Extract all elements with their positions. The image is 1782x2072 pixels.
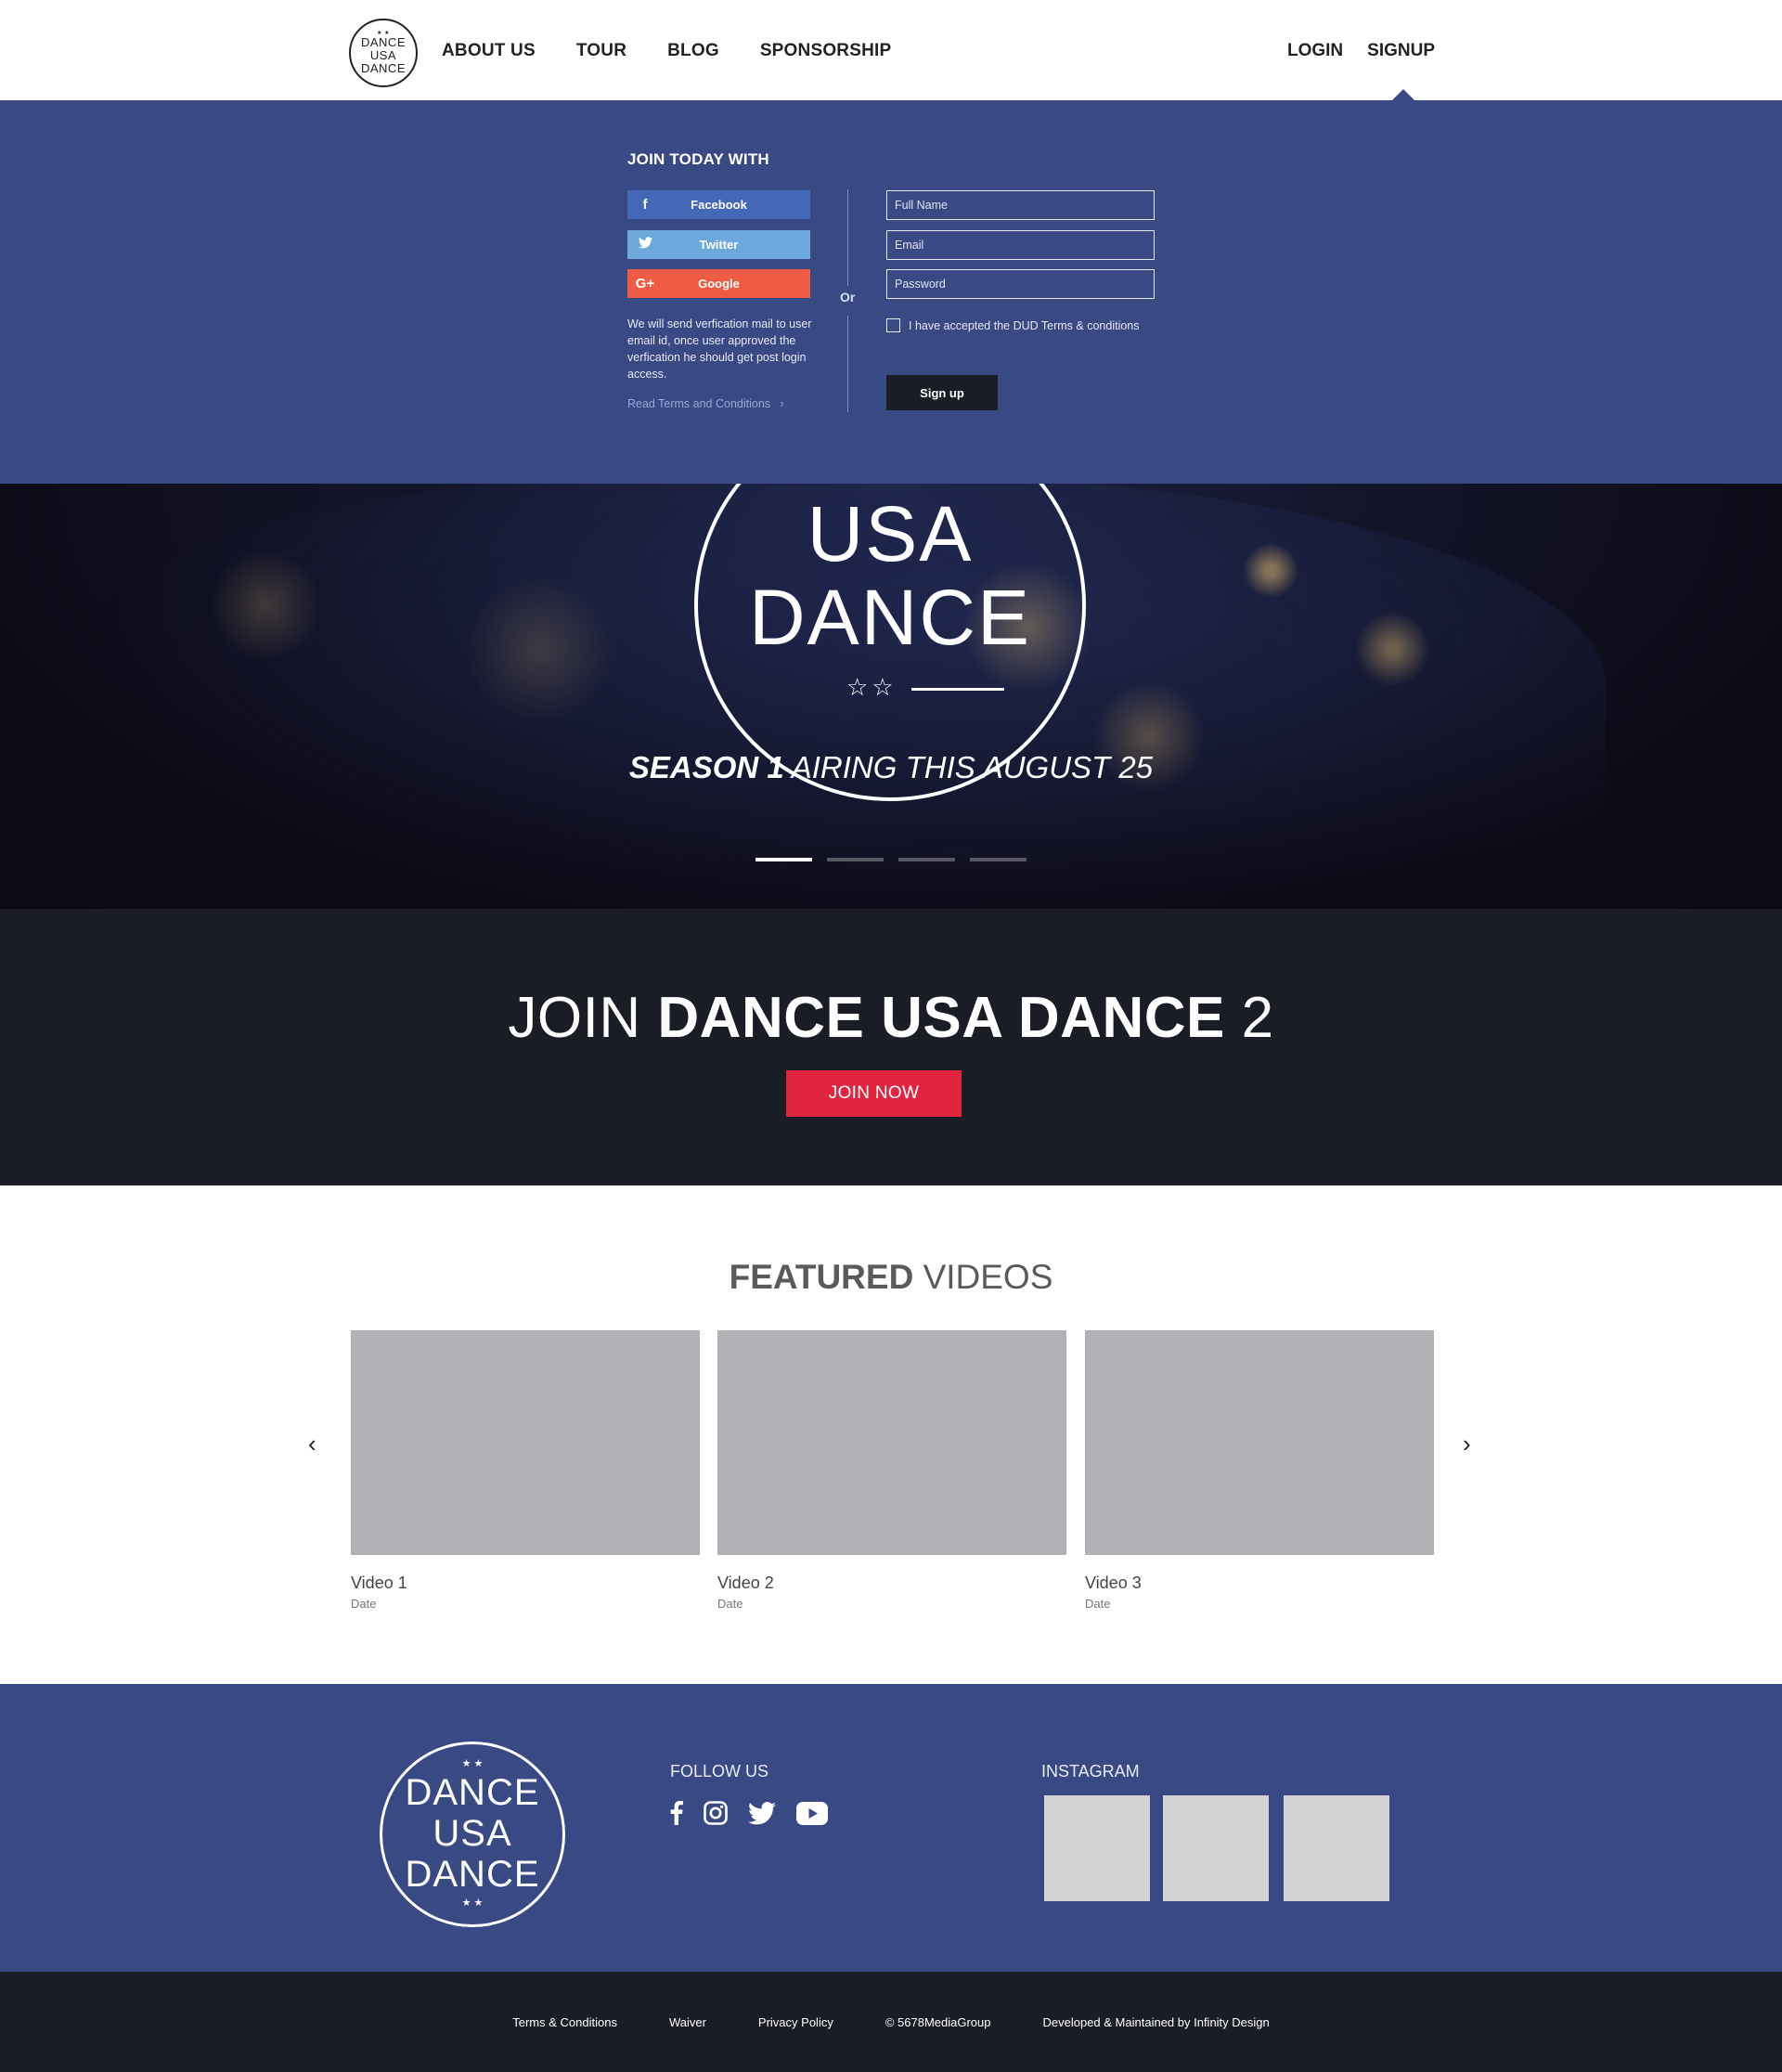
hero-logo-stars: ☆☆ [846,673,897,701]
social-icons [670,1801,828,1825]
footer-links: Terms & Conditions Waiver Privacy Policy… [0,2015,1782,2029]
footer-logo-line-1: DANCE [405,1772,540,1813]
nav-blog[interactable]: BLOG [667,41,719,61]
twitter-signup-button[interactable]: Twitter [627,230,810,259]
join-heading: JOIN DANCE USA DANCE 2 [0,985,1782,1051]
verification-note: We will send verfication mail to user em… [627,317,812,381]
site-header: ★ ★ DANCE USA DANCE ABOUT US TOUR BLOG S… [0,0,1782,100]
terms-checkbox-row: I have accepted the DUD Terms & conditio… [886,318,1140,332]
google-signup-button[interactable]: G+ Google [627,269,810,298]
read-terms-label: Read Terms and Conditions [627,397,771,410]
footer-link-waiver[interactable]: Waiver [669,2015,706,2029]
twitter-icon[interactable] [748,1801,776,1825]
site-footer: ★ ★ DANCE USA DANCE ★ ★ FOLLOW US INSTAG… [0,1684,1782,1972]
footer-logo-stars-top: ★ ★ [461,1758,484,1769]
signup-panel: JOIN TODAY WITH f Facebook Twitter G+ Go… [0,100,1782,484]
video-thumbnail[interactable] [717,1330,1066,1555]
footer-developer-credit[interactable]: Developed & Maintained by Infinity Desig… [1043,2015,1270,2029]
hero-logo-usa: USA [807,490,974,577]
featured-title-bold: FEATURED [729,1258,914,1296]
video-card[interactable]: Video 2 Date [717,1330,1066,1611]
read-terms-link[interactable]: Read Terms and Conditions › [627,397,784,410]
logo-line-1: DANCE [360,35,406,49]
signup-submit-button[interactable]: Sign up [886,375,998,410]
google-plus-icon: G+ [635,276,655,291]
chevron-right-icon: › [773,397,784,410]
facebook-label: Facebook [691,198,747,212]
youtube-icon[interactable] [796,1801,828,1825]
join-prefix: JOIN [508,986,641,1050]
video-thumbnail[interactable] [351,1330,700,1555]
or-label: Or [840,290,856,304]
hero-tagline: SEASON 1 AIRING THIS AUGUST 25 [0,750,1782,785]
instagram-thumbnail[interactable] [1044,1795,1150,1901]
facebook-signup-button[interactable]: f Facebook [627,190,810,219]
email-field[interactable] [886,230,1155,260]
carousel-next-icon[interactable]: › [1463,1430,1471,1458]
hero-airing: AIRING THIS AUGUST 25 [791,750,1154,784]
signup-link[interactable]: SIGNUP [1367,41,1435,61]
slider-dot-2[interactable] [827,858,884,861]
footer-logo-stars-bottom: ★ ★ [461,1897,484,1909]
logo-line-2: USA [369,48,397,62]
join-with-heading: JOIN TODAY WITH [627,150,769,168]
logo-line-3: DANCE [360,61,406,75]
or-divider-top [847,189,848,286]
hero-logo-dance: DANCE [748,574,1032,661]
instagram-thumbnail[interactable] [1163,1795,1269,1901]
featured-videos-heading: FEATURED VIDEOS [0,1258,1782,1297]
footer-copyright: © 5678MediaGroup [885,2015,991,2029]
video-title[interactable]: Video 3 [1085,1573,1434,1593]
or-divider-bottom [847,316,848,412]
video-date: Date [1085,1597,1111,1611]
google-label: Google [698,277,740,291]
twitter-icon [627,237,663,253]
footer-logo-line-2: USA [433,1813,512,1854]
slider-dot-4[interactable] [970,858,1027,861]
join-section: JOIN DANCE USA DANCE 2 JOIN NOW [0,909,1782,1185]
facebook-icon: f [642,197,648,213]
twitter-label: Twitter [699,238,739,252]
hero-slider: USA DANCE ☆☆ SEASON 1 AIRING THIS AUGUST… [0,484,1782,909]
video-title[interactable]: Video 2 [717,1573,1066,1593]
nav-sponsorship[interactable]: SPONSORSHIP [760,41,892,61]
password-field[interactable] [886,269,1155,299]
video-card[interactable]: Video 1 Date [351,1330,700,1611]
video-date: Date [351,1597,377,1611]
join-now-button[interactable]: JOIN NOW [786,1070,962,1117]
main-nav: ABOUT US TOUR BLOG SPONSORSHIP [442,41,932,61]
slider-dot-1[interactable] [755,858,812,861]
footer-logo-line-3: DANCE [405,1854,540,1895]
featured-title-rest: VIDEOS [923,1258,1053,1296]
video-title[interactable]: Video 1 [351,1573,700,1593]
footer-logo[interactable]: ★ ★ DANCE USA DANCE ★ ★ [380,1742,565,1927]
video-thumbnail[interactable] [1085,1330,1434,1555]
site-logo[interactable]: ★ ★ DANCE USA DANCE [349,19,418,87]
facebook-icon[interactable] [670,1801,683,1825]
instagram-thumbnail[interactable] [1284,1795,1389,1901]
video-date: Date [717,1597,743,1611]
footer-link-privacy[interactable]: Privacy Policy [758,2015,833,2029]
follow-us-label: FOLLOW US [670,1762,769,1781]
hero-logo-line [911,688,1004,691]
video-card[interactable]: Video 3 Date [1085,1330,1434,1611]
nav-tour[interactable]: TOUR [576,41,626,61]
hero-season: SEASON 1 [628,750,784,784]
join-bold: DANCE USA DANCE [657,986,1225,1050]
login-link[interactable]: LOGIN [1287,41,1343,61]
instagram-label: INSTAGRAM [1041,1762,1140,1781]
carousel-prev-icon[interactable]: ‹ [308,1430,316,1458]
instagram-icon[interactable] [704,1801,728,1825]
full-name-field[interactable] [886,190,1155,220]
nav-about-us[interactable]: ABOUT US [442,41,536,61]
join-suffix: 2 [1241,986,1274,1050]
terms-checkbox-label: I have accepted the DUD Terms & conditio… [909,318,1140,332]
slider-indicators [755,858,1027,861]
footer-link-terms[interactable]: Terms & Conditions [512,2015,617,2029]
signup-dropdown-caret [1392,89,1414,100]
auth-nav: LOGIN SIGNUP [1263,41,1435,61]
footer-bottom-bar: Terms & Conditions Waiver Privacy Policy… [0,1972,1782,2072]
terms-checkbox[interactable] [886,318,900,332]
slider-dot-3[interactable] [898,858,955,861]
